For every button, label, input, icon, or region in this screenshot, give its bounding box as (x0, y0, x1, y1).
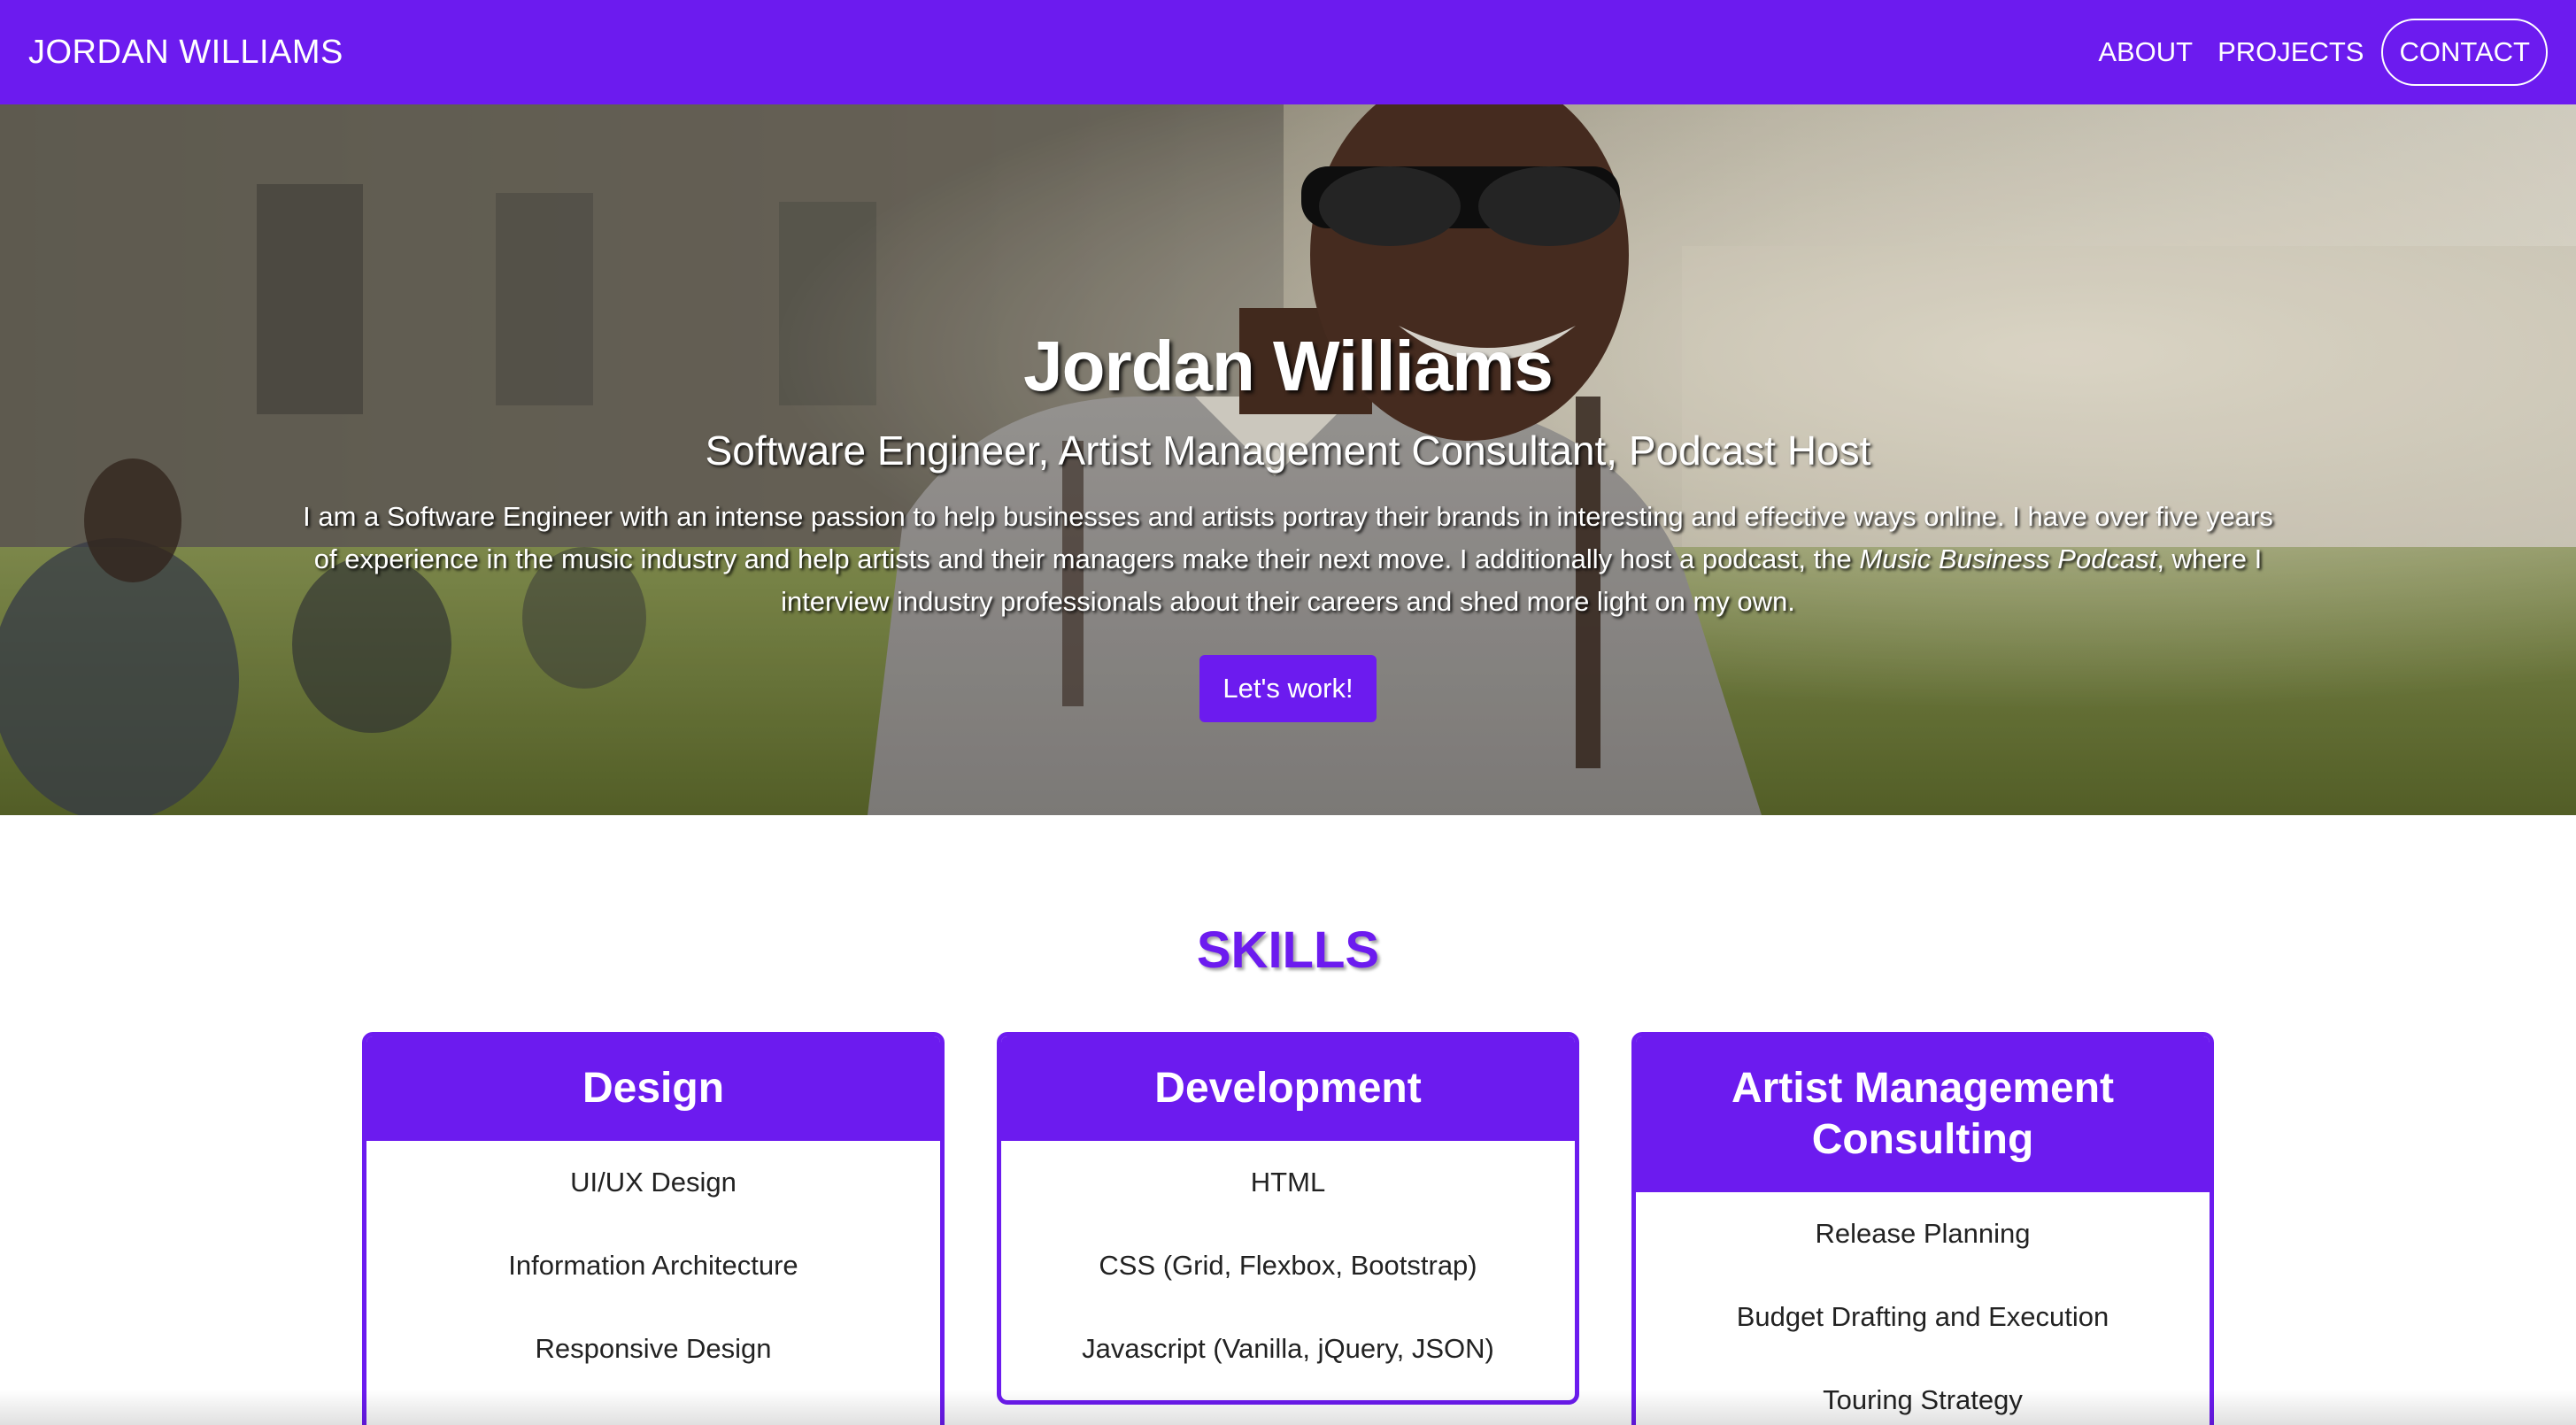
skill-card-artist-management: Artist Management Consulting Release Pla… (1631, 1032, 2214, 1425)
skill-card-list: HTML CSS (Grid, Flexbox, Bootstrap) Java… (1001, 1141, 1575, 1400)
skill-item: Touring Strategy (1823, 1384, 2023, 1415)
skill-item: Javascript (Vanilla, jQuery, JSON) (1082, 1333, 1494, 1364)
hero-name-heading: Jordan Williams (1023, 327, 1554, 405)
brand-logo-link[interactable]: JORDAN WILLIAMS (28, 34, 343, 72)
nav-links: ABOUT PROJECTS CONTACT (2073, 0, 2548, 104)
skill-card-development: Development HTML CSS (Grid, Flexbox, Boo… (997, 1032, 1579, 1405)
skill-card-title: Artist Management Consulting (1636, 1036, 2210, 1192)
nav-link-contact[interactable]: CONTACT (2381, 19, 2548, 86)
skill-card-title: Design (366, 1036, 940, 1141)
nav-link-projects[interactable]: PROJECTS (2217, 24, 2364, 81)
skill-item: CSS (Grid, Flexbox, Bootstrap) (1099, 1250, 1477, 1281)
skill-item: UI/UX Design (570, 1167, 737, 1198)
hero-bio-podcast-name: Music Business Podcast (1859, 543, 2157, 574)
skill-item: Budget Drafting and Execution (1736, 1301, 2109, 1332)
skill-card-title: Development (1001, 1036, 1575, 1141)
skill-item: HTML (1250, 1167, 1326, 1198)
hero-content: Jordan Williams Software Engineer, Artis… (0, 104, 2576, 815)
skill-card-design: Design UI/UX Design Information Architec… (362, 1032, 945, 1425)
hero-section: Jordan Williams Software Engineer, Artis… (0, 104, 2576, 815)
skill-item: Information Architecture (508, 1250, 798, 1281)
skill-item: Responsive Design (535, 1333, 772, 1364)
skills-cards: Design UI/UX Design Information Architec… (0, 1032, 2576, 1425)
hero-subtitle: Software Engineer, Artist Management Con… (705, 428, 1871, 474)
nav-link-about[interactable]: ABOUT (2098, 24, 2193, 81)
top-navbar: JORDAN WILLIAMS ABOUT PROJECTS CONTACT (0, 0, 2576, 104)
skill-card-list: UI/UX Design Information Architecture Re… (366, 1141, 940, 1406)
hero-bio: I am a Software Engineer with an intense… (288, 496, 2288, 623)
lets-work-button[interactable]: Let's work! (1199, 655, 1377, 722)
skills-heading: SKILLS (1196, 921, 1380, 979)
skill-card-list: Release Planning Budget Drafting and Exe… (1636, 1192, 2210, 1425)
skill-item: Release Planning (1815, 1218, 2031, 1249)
